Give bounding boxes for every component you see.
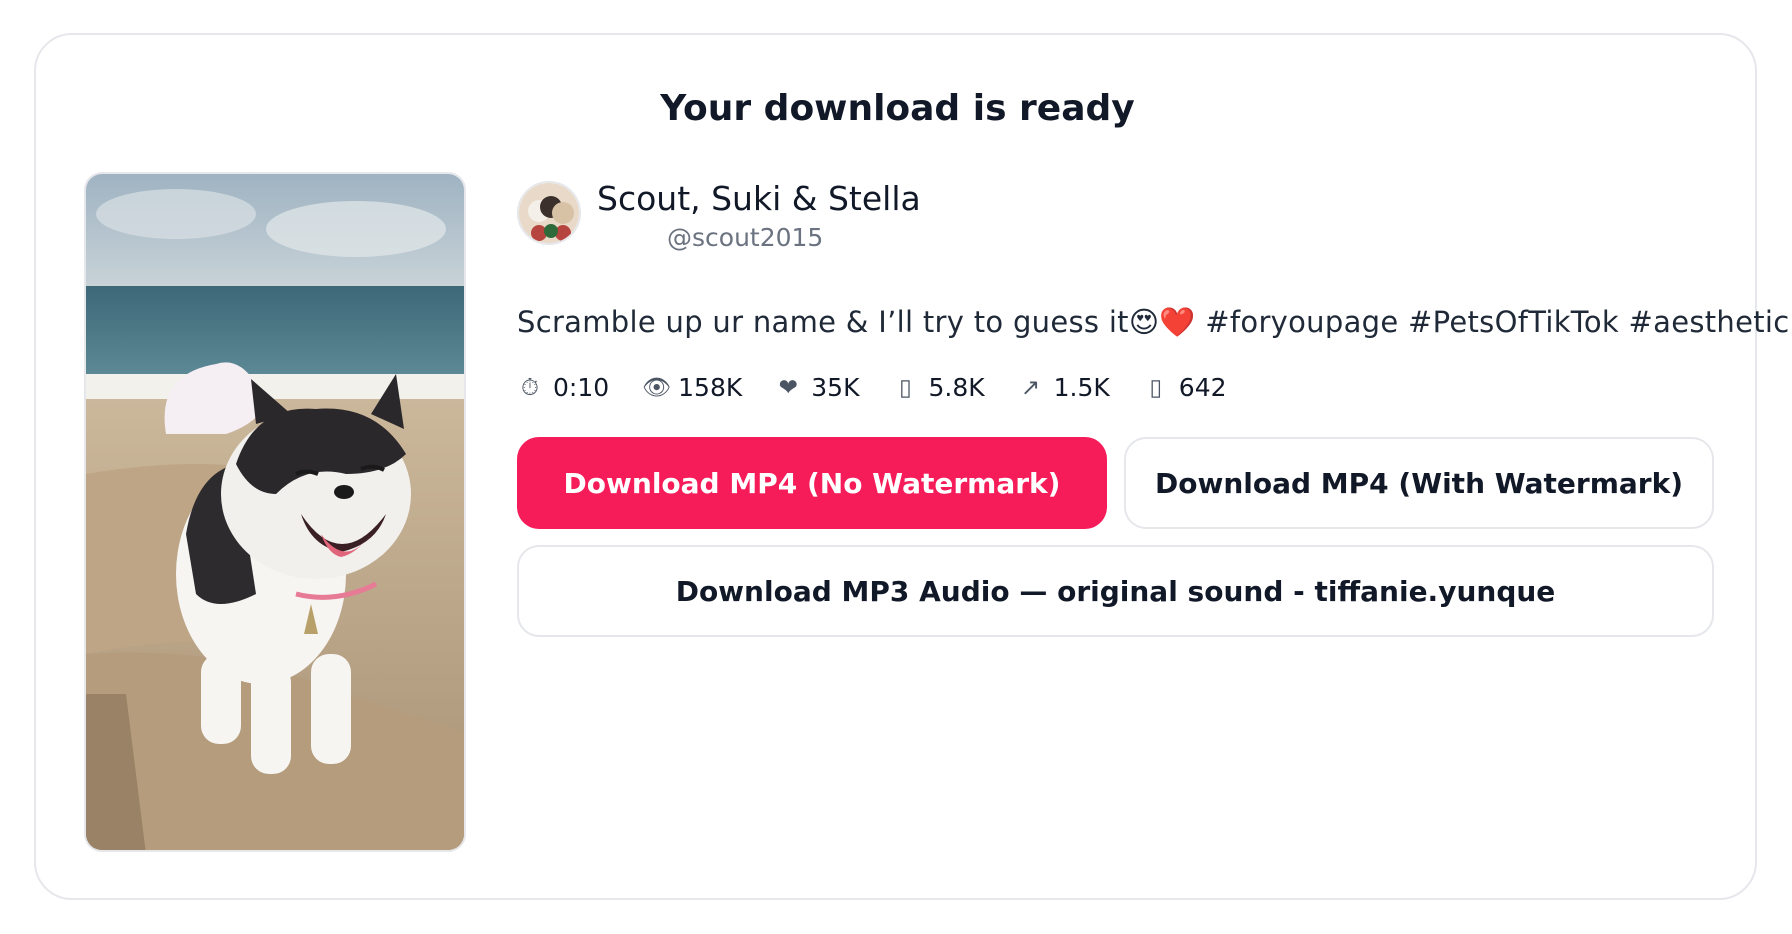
timer-icon: ⏱ [521, 374, 539, 401]
author-avatar [517, 181, 581, 245]
stat-likes: ❤ 35K [775, 373, 860, 402]
author-name[interactable]: Scout, Suki & Stella [597, 179, 921, 218]
author-row: Scout, Suki & Stella @scout2015 [517, 173, 1714, 253]
video-thumbnail[interactable] [84, 172, 466, 852]
stat-value: 158K [678, 373, 743, 402]
share-icon: ↗ [1021, 374, 1041, 401]
dog-on-boat-thumbnail [86, 174, 464, 850]
heart-icon: ❤ [778, 374, 798, 401]
download-mp3-audio-button[interactable]: Download MP3 Audio — original sound - ti… [517, 545, 1714, 637]
stat-views: 👁 158K [642, 373, 742, 402]
avatar-image [519, 183, 579, 243]
stat-value: 35K [811, 373, 860, 402]
bookmark-icon: ▯ [1149, 374, 1163, 401]
stat-value: 1.5K [1053, 373, 1110, 402]
download-mp4-with-watermark-button[interactable]: Download MP4 (With Watermark) [1124, 437, 1714, 529]
stat-comments: ▯ 5.8K [892, 373, 985, 402]
video-info: Scout, Suki & Stella @scout2015 Scramble… [517, 173, 1789, 637]
author-handle[interactable]: @scout2015 [667, 223, 823, 252]
eye-icon: 👁 [642, 375, 672, 401]
stat-shares: ↗ 1.5K [1018, 373, 1110, 402]
comment-icon: ▯ [899, 374, 912, 401]
video-caption: Scramble up ur name & I’ll try to guess … [517, 305, 1790, 339]
stat-saves: ▯ 642 [1143, 373, 1227, 402]
download-card: Your download is ready Scout, Suki & Ste… [34, 33, 1789, 900]
page-title: Your download is ready [660, 88, 1135, 129]
video-stats: ⏱ 0:10 👁 158K ❤ 35K ▯ 5.8K ↗ 1.5K ▯ 642 [517, 373, 1260, 402]
stat-duration: ⏱ 0:10 [517, 373, 609, 402]
download-mp4-no-watermark-button[interactable]: Download MP4 (No Watermark) [517, 437, 1107, 529]
stat-value: 0:10 [553, 373, 610, 402]
stat-value: 642 [1178, 373, 1227, 402]
stat-value: 5.8K [928, 373, 985, 402]
